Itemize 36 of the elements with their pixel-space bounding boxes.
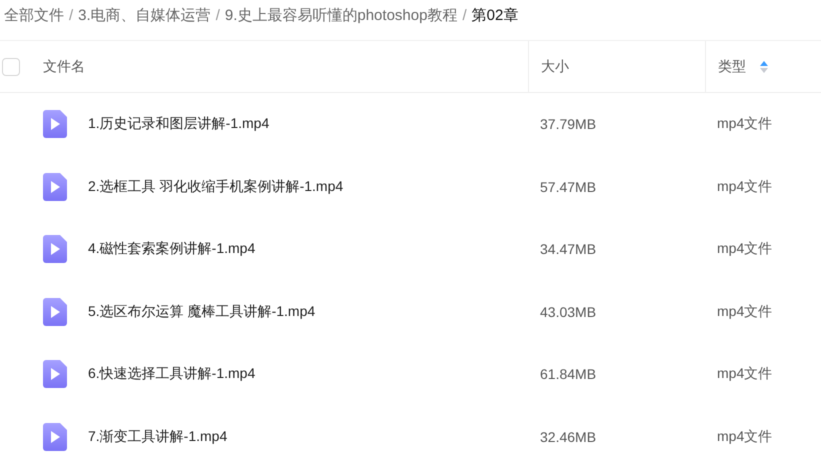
sort-icon[interactable] — [760, 60, 768, 74]
file-type: mp4文件 — [717, 365, 772, 384]
file-size: 34.47MB — [540, 241, 596, 258]
breadcrumb-item[interactable]: 9.史上最容易听懂的photoshop教程 — [224, 6, 458, 24]
file-type: mp4文件 — [717, 115, 772, 134]
file-size: 43.03MB — [540, 304, 596, 320]
select-all-checkbox[interactable] — [2, 58, 20, 76]
video-file-icon — [43, 422, 67, 451]
breadcrumb-separator: / — [462, 6, 467, 24]
breadcrumb-separator: / — [216, 6, 220, 24]
video-file-icon — [43, 235, 67, 264]
file-size: 57.47MB — [540, 178, 596, 195]
video-file-icon — [43, 360, 67, 388]
file-type: mp4文件 — [717, 240, 772, 258]
breadcrumb-item[interactable]: 全部文件 — [4, 6, 64, 24]
file-type: mp4文件 — [717, 178, 772, 196]
file-name[interactable]: 1.历史记录和图层讲解-1.mp4 — [88, 115, 270, 134]
file-size: 61.84MB — [540, 366, 596, 382]
file-name[interactable]: 6.快速选择工具讲解-1.mp4 — [88, 365, 256, 384]
video-file-icon — [43, 172, 67, 201]
file-name[interactable]: 4.磁性套索案例讲解-1.mp4 — [88, 240, 256, 258]
file-name[interactable]: 5.选区布尔运算 魔棒工具讲解-1.mp4 — [88, 302, 316, 321]
breadcrumb-item[interactable]: 3.电商、自媒体运营 — [78, 6, 211, 24]
file-type: mp4文件 — [717, 302, 772, 321]
column-header[interactable]: 类型 — [718, 58, 746, 76]
breadcrumb-item: 第02章 — [472, 6, 518, 24]
file-name[interactable]: 2.选框工具 羽化收缩手机案例讲解-1.mp4 — [88, 178, 344, 196]
breadcrumb-separator: / — [69, 6, 74, 24]
column-header[interactable]: 大小 — [541, 58, 569, 76]
file-type: mp4文件 — [717, 428, 772, 446]
video-file-icon — [43, 298, 67, 326]
video-file-icon — [43, 110, 67, 138]
column-header[interactable]: 文件名 — [43, 58, 85, 76]
file-name[interactable]: 7.渐变工具讲解-1.mp4 — [88, 428, 228, 446]
file-size: 32.46MB — [540, 428, 596, 445]
file-size: 37.79MB — [540, 116, 596, 132]
